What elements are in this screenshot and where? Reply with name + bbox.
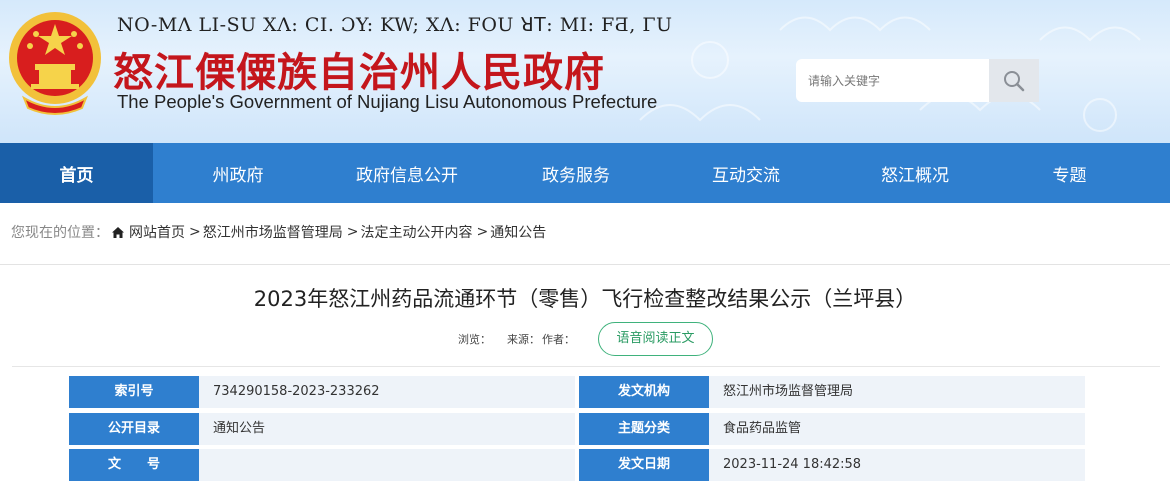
search-input[interactable] xyxy=(796,59,989,102)
breadcrumb-bureau[interactable]: 怒江州市场监督管理局 xyxy=(203,222,343,242)
article-title: 2023年怒江州药品流通环节（零售）飞行检查整改结果公示（兰坪县） xyxy=(253,287,917,311)
breadcrumb-disclosure[interactable]: 法定主动公开内容 xyxy=(360,222,472,242)
search-box xyxy=(796,59,1039,102)
nav-item-topics[interactable]: 专题 xyxy=(999,143,1140,203)
info-key: 发文机构 xyxy=(579,376,709,408)
info-key: 公开目录 xyxy=(69,413,199,445)
breadcrumb-prefix: 您现在的位置： xyxy=(11,225,109,241)
info-value: 怒江州市场监督管理局 xyxy=(709,376,1085,408)
info-row: 索引号 734290158-2023-233262 发文机构 怒江州市场监督管理… xyxy=(69,376,1085,408)
home-icon xyxy=(112,226,124,238)
divider xyxy=(12,366,1160,367)
lisu-script-title: NO-MΛ LI-SU XΛ: CI. ƆY: KW; XΛ: FOU ꓤꓔ: … xyxy=(117,14,673,36)
breadcrumb-separator: > xyxy=(189,224,201,240)
voice-read-button[interactable]: 语音阅读正文 xyxy=(598,322,713,356)
info-value: 食品药品监管 xyxy=(709,413,1085,445)
info-key: 索引号 xyxy=(69,376,199,408)
breadcrumb-notices[interactable]: 通知公告 xyxy=(490,222,546,242)
source-label: 来源： xyxy=(507,333,540,346)
nav-item-gov-services[interactable]: 政务服务 xyxy=(491,143,661,203)
views-label: 浏览： xyxy=(458,333,491,346)
breadcrumb-home[interactable]: 网站首页 xyxy=(129,222,185,242)
info-value xyxy=(199,449,575,481)
search-button[interactable] xyxy=(989,59,1039,102)
breadcrumb: 您现在的位置： 网站首页 > 怒江州市场监督管理局 > 法定主动公开内容 > 通… xyxy=(11,222,546,242)
breadcrumb-separator: > xyxy=(346,224,359,240)
info-value: 通知公告 xyxy=(199,413,575,445)
national-emblem-icon xyxy=(9,12,101,115)
author-label: 作者： xyxy=(542,333,575,346)
nav-item-prefecture-gov[interactable]: 州政府 xyxy=(153,143,323,203)
info-value: 2023-11-24 18:42:58 xyxy=(709,449,1085,481)
info-key: 主题分类 xyxy=(579,413,709,445)
info-row: 公开目录 通知公告 主题分类 食品药品监管 xyxy=(69,413,1085,445)
nav-item-info-disclosure[interactable]: 政府信息公开 xyxy=(323,143,491,203)
info-value: 734290158-2023-233262 xyxy=(199,376,575,408)
site-header: NO-MΛ LI-SU XΛ: CI. ƆY: KW; XΛ: FOU ꓤꓔ: … xyxy=(0,0,1170,143)
site-title-english: The People's Government of Nujiang Lisu … xyxy=(117,91,658,112)
info-key: 文 号 xyxy=(69,449,199,481)
divider xyxy=(0,264,1170,265)
article-meta: 浏览： 来源： 作者： xyxy=(458,331,591,347)
info-key: 发文日期 xyxy=(579,449,709,481)
nav-item-interaction[interactable]: 互动交流 xyxy=(661,143,831,203)
info-row: 文 号 发文日期 2023-11-24 18:42:58 xyxy=(69,449,1085,481)
breadcrumb-separator: > xyxy=(476,224,489,240)
nav-item-home[interactable]: 首页 xyxy=(0,143,153,203)
main-nav: 首页 州政府 政府信息公开 政务服务 互动交流 怒江概况 专题 xyxy=(0,143,1170,203)
search-icon xyxy=(1004,70,1025,91)
nav-item-overview[interactable]: 怒江概况 xyxy=(831,143,999,203)
site-title-chinese[interactable]: 怒江傈僳族自治州人民政府 xyxy=(113,40,605,98)
